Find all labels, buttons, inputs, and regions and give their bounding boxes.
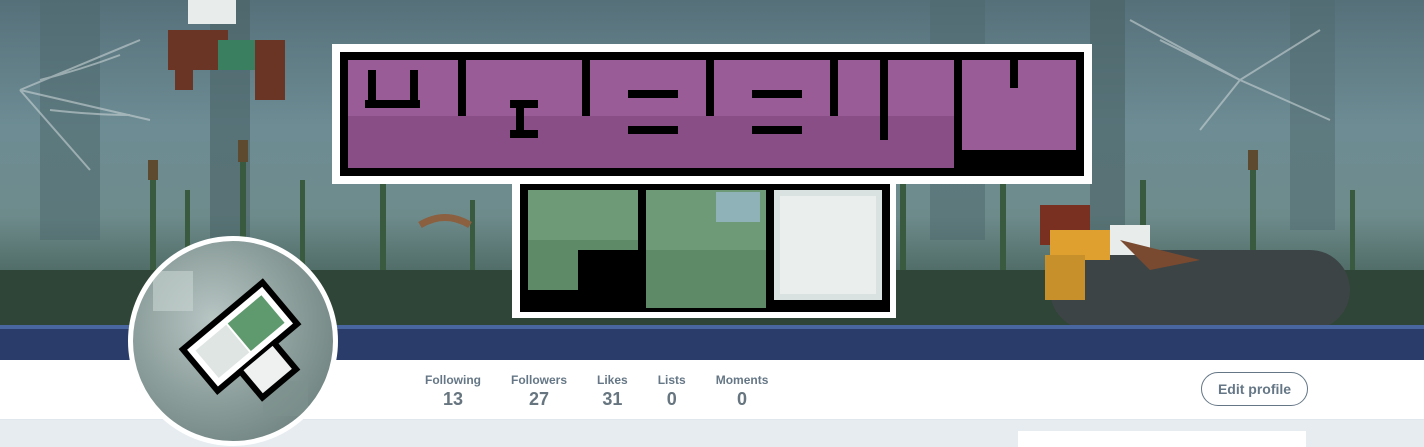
edit-profile-button[interactable]: Edit profile: [1201, 372, 1308, 406]
stat-value: 0: [666, 389, 677, 409]
sidebar-card: [1018, 431, 1306, 447]
stat-moments[interactable]: Moments 0: [716, 360, 769, 420]
wobbly-fly-avatar-icon: [153, 271, 308, 416]
stat-likes[interactable]: Likes 31: [597, 360, 628, 420]
stat-label: Following: [425, 373, 481, 387]
stat-label: Likes: [597, 373, 628, 387]
stat-following[interactable]: Following 13: [425, 360, 481, 420]
stat-value: 27: [528, 389, 550, 409]
avatar[interactable]: [128, 236, 338, 446]
stat-label: Lists: [657, 373, 686, 387]
stat-label: Followers: [511, 373, 568, 387]
profile-stats: Following 13 Followers 27 Likes 31 Lists…: [425, 360, 798, 420]
stat-label: Moments: [715, 373, 769, 387]
stat-lists[interactable]: Lists 0: [658, 360, 686, 420]
stat-value: 31: [602, 389, 623, 409]
stat-value: 13: [442, 389, 464, 409]
stat-value: 0: [737, 389, 748, 409]
stat-followers[interactable]: Followers 27: [511, 360, 567, 420]
